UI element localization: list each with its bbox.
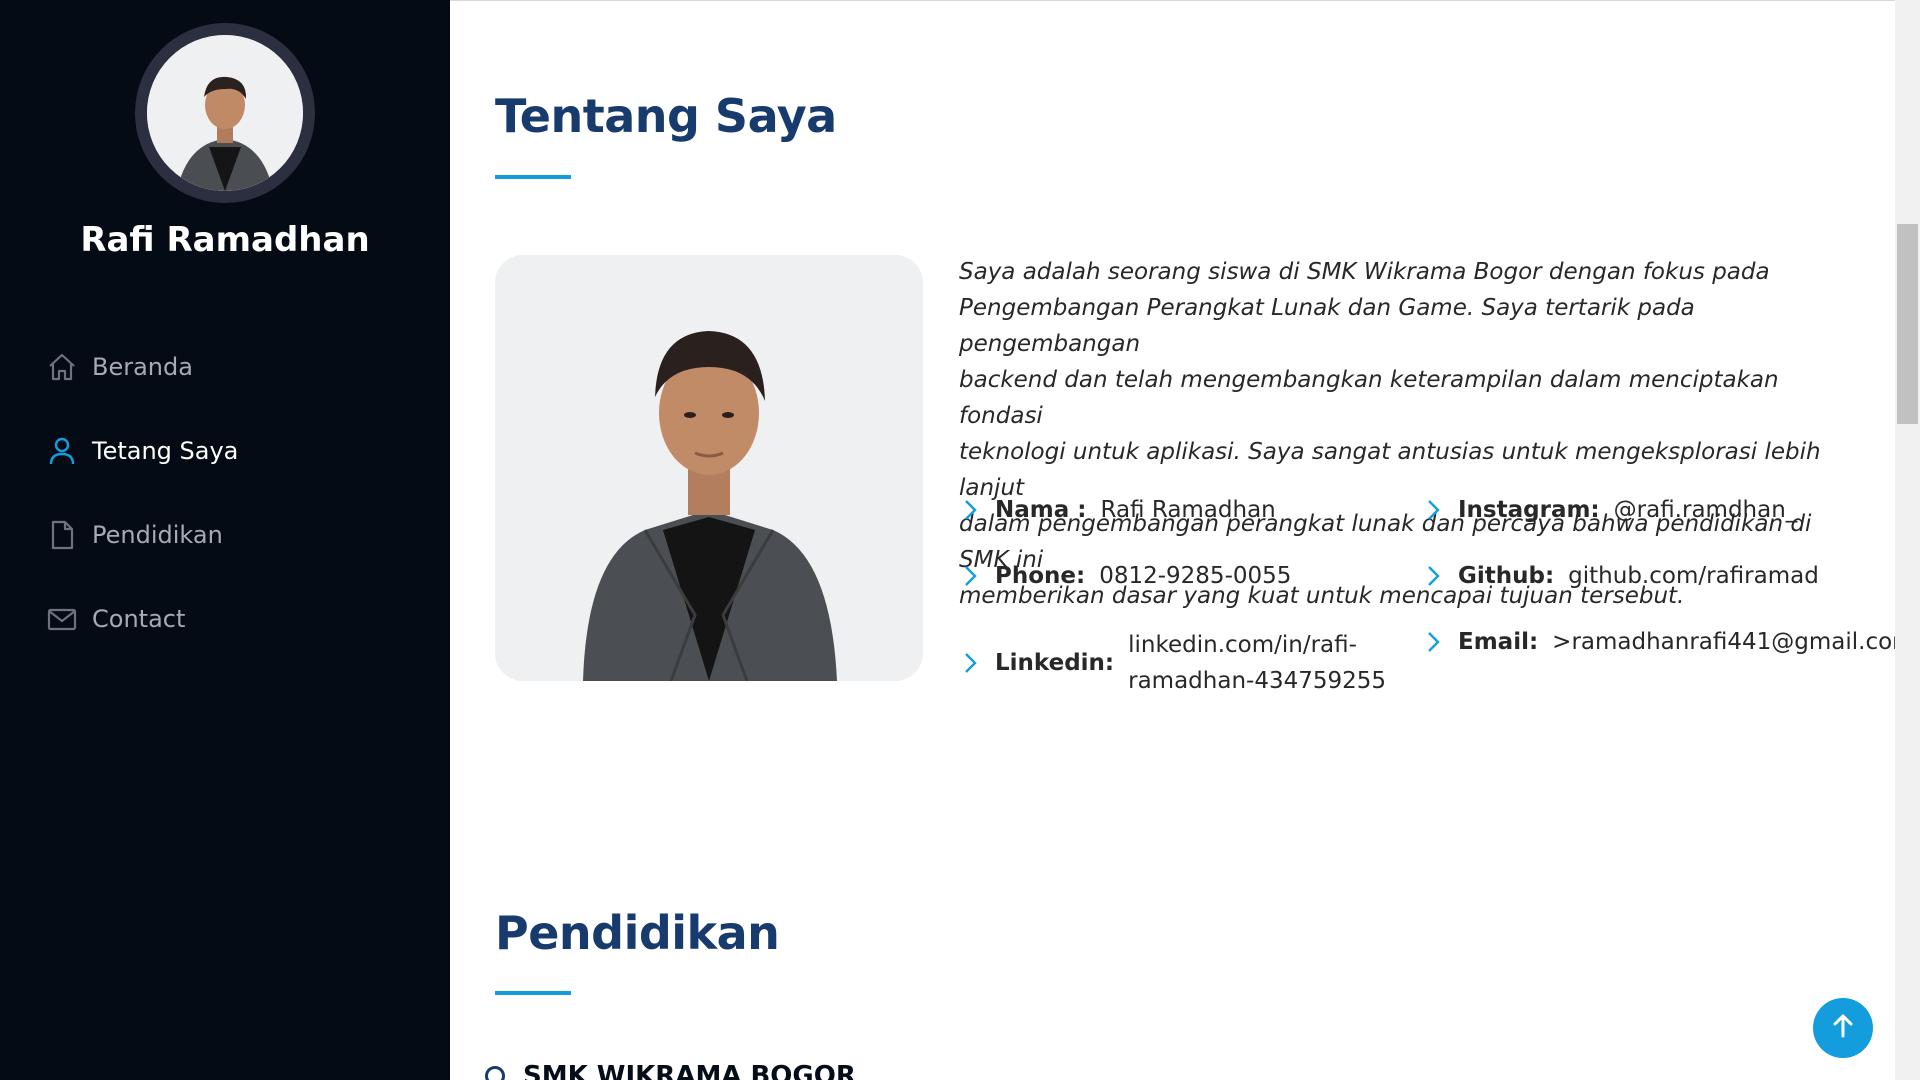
about-paragraph: Saya adalah seorang siswa di SMK Wikrama… xyxy=(959,254,1839,614)
linkedin-line: ramadhan-434759255 xyxy=(1128,668,1387,694)
profile-name: Rafi Ramadhan xyxy=(80,220,370,260)
info-value: >ramadhanrafi441@gmail.com xyxy=(1552,629,1915,655)
scrollbar-thumb[interactable] xyxy=(1897,224,1918,424)
chevron-right-icon xyxy=(1426,629,1448,655)
nav-label: Tetang Saya xyxy=(92,437,239,465)
education-title: Pendidikan xyxy=(495,906,780,960)
chevron-right-icon xyxy=(963,497,985,523)
linkedin-line: linkedin.com/in/rafi- xyxy=(1128,632,1357,658)
about-photo xyxy=(495,255,923,681)
info-label: Linkedin: xyxy=(995,650,1115,676)
nav-item-pendidikan[interactable]: Pendidikan xyxy=(46,493,238,577)
info-nama: Nama : Rafi Ramadhan xyxy=(963,497,1276,523)
nav-item-tentang-saya[interactable]: Tetang Saya xyxy=(46,409,238,493)
nav-label: Contact xyxy=(92,605,186,633)
info-label: Nama : xyxy=(995,497,1087,523)
about-line: teknologi untuk aplikasi. Saya sangat an… xyxy=(959,439,1821,501)
info-email: Email: >ramadhanrafi441@gmail.com xyxy=(1426,629,1915,655)
timeline-dot xyxy=(485,1066,505,1080)
info-instagram: Instagram: @rafi.ramdhan_ xyxy=(1426,497,1797,523)
info-github: Github: github.com/rafiramad xyxy=(1426,563,1819,589)
file-icon xyxy=(46,519,78,551)
info-value: @rafi.ramdhan_ xyxy=(1613,497,1798,523)
info-value: linkedin.com/in/rafi- ramadhan-434759255 xyxy=(1128,627,1386,699)
sidebar: Rafi Ramadhan Beranda Tetang Saya Pendid… xyxy=(0,0,450,1080)
chevron-right-icon xyxy=(963,563,985,589)
about-line: backend dan telah mengembangkan keteramp… xyxy=(959,367,1779,429)
avatar xyxy=(135,23,315,203)
education-title-underline xyxy=(495,991,571,995)
info-label: Instagram: xyxy=(1458,497,1600,523)
profile-photo xyxy=(147,35,303,191)
nav-label: Beranda xyxy=(92,353,193,381)
chevron-right-icon xyxy=(1426,563,1448,589)
main-content: Tentang Saya Saya adalah seorang siswa d… xyxy=(450,0,1915,1080)
info-value: github.com/rafiramad xyxy=(1568,563,1819,589)
info-label: Email: xyxy=(1458,629,1539,655)
person-icon xyxy=(46,435,78,467)
nav-label: Pendidikan xyxy=(92,521,223,549)
main-nav: Beranda Tetang Saya Pendidikan Contact xyxy=(46,325,238,661)
about-title: Tentang Saya xyxy=(495,89,837,143)
info-label: Phone: xyxy=(995,563,1086,589)
about-title-underline xyxy=(495,175,571,179)
arrow-up-icon xyxy=(1829,1012,1857,1044)
back-to-top-button[interactable] xyxy=(1813,998,1873,1058)
envelope-icon xyxy=(46,603,78,635)
info-label: Github: xyxy=(1458,563,1555,589)
about-line: Saya adalah seorang siswa di SMK Wikrama… xyxy=(959,259,1770,285)
scrollbar[interactable] xyxy=(1895,0,1920,1080)
chevron-right-icon xyxy=(1426,497,1448,523)
info-phone: Phone: 0812-9285-0055 xyxy=(963,563,1291,589)
info-value: 0812-9285-0055 xyxy=(1099,563,1292,589)
chevron-right-icon xyxy=(963,650,985,676)
education-item: SMK WIKRAMA BOGOR xyxy=(485,1061,856,1080)
info-linkedin: Linkedin: linkedin.com/in/rafi- ramadhan… xyxy=(963,627,1386,699)
nav-item-contact[interactable]: Contact xyxy=(46,577,238,661)
about-line: Pengembangan Perangkat Lunak dan Game. S… xyxy=(959,295,1695,357)
nav-item-beranda[interactable]: Beranda xyxy=(46,325,238,409)
home-icon xyxy=(46,351,78,383)
education-school: SMK WIKRAMA BOGOR xyxy=(523,1061,856,1080)
info-value: Rafi Ramadhan xyxy=(1100,497,1276,523)
